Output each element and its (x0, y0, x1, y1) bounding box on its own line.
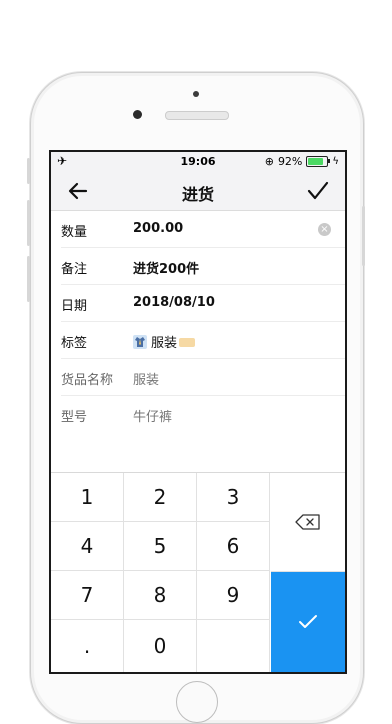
key-4[interactable]: 4 (51, 522, 124, 571)
tag-value: 服装 (151, 336, 178, 351)
earpiece-speaker (165, 111, 229, 120)
tag-icon (179, 338, 196, 347)
note-row[interactable]: 备注 进货200件 (61, 248, 345, 285)
quantity-row[interactable]: 数量 200.00 × (61, 211, 345, 248)
key-3[interactable]: 3 (197, 473, 270, 522)
backspace-icon (295, 514, 320, 530)
status-right: ⊕ 92% ϟ (265, 155, 339, 168)
charging-icon: ϟ (332, 156, 339, 167)
battery-fill (308, 158, 324, 165)
date-field[interactable]: 2018/08/10 (133, 295, 215, 310)
product-name-label: 货品名称 (61, 373, 114, 388)
confirm-check-icon (299, 615, 317, 628)
model-row[interactable]: 型号 牛仔裤 (61, 396, 345, 432)
mute-switch (27, 158, 30, 184)
model-field[interactable]: 牛仔裤 (133, 406, 172, 425)
confirm-key[interactable] (271, 572, 345, 672)
front-camera (133, 110, 142, 119)
note-label: 备注 (61, 262, 88, 277)
product-name-field[interactable]: 服装 (133, 369, 159, 388)
backspace-key[interactable] (271, 473, 345, 572)
screen: ✈ 19:06 ⊕ 92% ϟ 进货 数量 200.00 × 备注 进货200件… (49, 150, 347, 674)
key-2[interactable]: 2 (124, 473, 197, 522)
numeric-keypad: 1 2 3 4 5 6 7 8 9 . 0 (51, 472, 345, 672)
key-1[interactable]: 1 (51, 473, 124, 522)
entry-form: 数量 200.00 × 备注 进货200件 日期 2018/08/10 标签 服… (51, 211, 345, 432)
page-title: 进货 (181, 185, 214, 204)
clear-icon[interactable]: × (318, 223, 331, 236)
date-row[interactable]: 日期 2018/08/10 (61, 285, 345, 322)
nav-bar: 进货 (51, 172, 345, 211)
key-7[interactable]: 7 (51, 571, 124, 620)
key-9[interactable]: 9 (197, 571, 270, 620)
volume-up-button (27, 200, 30, 246)
front-sensor (193, 91, 199, 97)
key-decimal[interactable]: . (51, 620, 124, 672)
power-button (362, 206, 365, 266)
key-8[interactable]: 8 (124, 571, 197, 620)
save-check-icon[interactable] (307, 180, 329, 202)
status-bar: ✈ 19:06 ⊕ 92% ϟ (51, 152, 345, 172)
product-name-row[interactable]: 货品名称 服装 (61, 359, 345, 396)
quantity-field[interactable]: 200.00 (133, 221, 183, 236)
volume-down-button (27, 256, 30, 302)
tag-field[interactable]: 服装 (133, 332, 196, 351)
home-button[interactable] (176, 681, 218, 723)
battery-icon (306, 156, 331, 167)
note-field[interactable]: 进货200件 (133, 258, 199, 277)
key-0[interactable]: 0 (124, 620, 197, 672)
battery-percent: 92% (277, 155, 303, 168)
tag-row[interactable]: 标签 服装 (61, 322, 345, 359)
model-label: 型号 (61, 410, 88, 425)
orientation-lock-icon: ⊕ (264, 155, 274, 168)
date-label: 日期 (61, 299, 88, 314)
key-6[interactable]: 6 (197, 522, 270, 571)
quantity-label: 数量 (61, 225, 88, 240)
key-blank[interactable] (197, 620, 270, 672)
tag-label: 标签 (61, 336, 88, 351)
key-5[interactable]: 5 (124, 522, 197, 571)
clothing-icon (133, 335, 147, 349)
